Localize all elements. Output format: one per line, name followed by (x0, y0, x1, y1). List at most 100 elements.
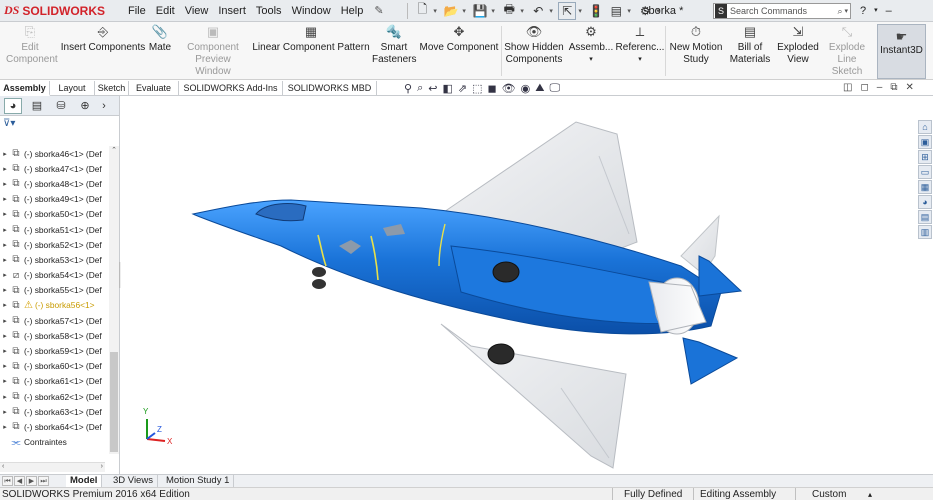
chevron-down-icon[interactable]: ▾ (874, 0, 878, 22)
search-icon[interactable]: ⌕ (837, 6, 842, 17)
section-view-icon[interactable]: ◧ (442, 82, 452, 95)
next-tab-icon[interactable]: ▶ (26, 476, 37, 486)
menu-edit[interactable]: Edit (151, 0, 180, 22)
insert-components-button[interactable]: ⎆ Insert Components (60, 24, 146, 78)
mates-folder[interactable]: ⫘ Contraintes (0, 435, 110, 450)
linear-pattern-button[interactable]: ▦ Linear Component Pattern (252, 24, 370, 78)
expand-arrow-icon[interactable]: ▸ (0, 408, 10, 416)
file-properties-icon[interactable]: ▤ (607, 2, 625, 20)
tree-item[interactable]: ▸ ⧉ (-) sborka50<1> (Def (0, 207, 110, 222)
chevron-down-icon[interactable]: ▾ (589, 54, 593, 66)
chevron-up-icon[interactable]: ⌃ (109, 146, 119, 154)
tab-assembly[interactable]: Assembly (0, 81, 50, 96)
tile-icon[interactable]: ◫ (843, 82, 852, 93)
tree-item[interactable]: ▸ ⧉ (-) sborka48<1> (Def (0, 176, 110, 191)
tree-item[interactable]: ▸ ⧉ (-) sborka46<1> (Def (0, 146, 110, 161)
maximize-icon[interactable]: ⧉ (890, 82, 897, 93)
expand-arrow-icon[interactable]: ▸ (0, 301, 10, 309)
horizontal-scrollbar[interactable]: ‹ › (0, 462, 105, 472)
menu-window[interactable]: Window (287, 0, 336, 22)
restore-icon[interactable]: ◻ (860, 82, 868, 93)
rebuild-icon[interactable]: 🚦 (587, 2, 605, 20)
chevron-left-icon[interactable]: ‹ (2, 463, 4, 470)
open-folder-icon[interactable]: 📂 (442, 2, 460, 20)
solidworks-logo[interactable]: DS SOLIDWORKS (0, 0, 108, 22)
chevron-down-icon[interactable]: ▾ (627, 7, 634, 15)
expand-arrow-icon[interactable]: ▸ (0, 195, 10, 203)
menu-view[interactable]: View (180, 0, 214, 22)
tree-item[interactable]: ▸ ⧉ (-) sborka60<1> (Def (0, 359, 110, 374)
appearances-icon[interactable]: ◕ (918, 195, 932, 209)
tab-layout[interactable]: Layout (50, 81, 95, 96)
undo-icon[interactable]: ↶ (529, 2, 547, 20)
graphics-area[interactable]: Y X Z (121, 96, 918, 474)
view-orientation-icon[interactable]: ⬚ (472, 82, 482, 95)
search-input[interactable]: Search Commands (730, 6, 807, 16)
expand-arrow-icon[interactable]: ▸ (0, 271, 10, 279)
tab-addins[interactable]: SOLIDWORKS Add-Ins (179, 81, 283, 96)
tree-item[interactable]: ▸ ⧉ (-) sborka58<1> (Def (0, 328, 110, 343)
show-hidden-button[interactable]: 👁 Show Hidden Components (503, 24, 565, 78)
chevron-down-icon[interactable]: ▾ (638, 54, 642, 66)
apply-scene-icon[interactable]: ⛰ (535, 82, 544, 95)
file-explorer-icon[interactable]: ▭ (918, 165, 932, 179)
dynamic-annotation-icon[interactable]: ⇗ (458, 82, 467, 95)
new-document-icon[interactable]: 🗋 (413, 2, 431, 20)
close-icon[interactable]: ✕ (905, 82, 913, 93)
chevron-down-icon[interactable]: ▾ (549, 7, 556, 15)
forum-icon[interactable]: ▥ (918, 225, 932, 239)
new-motion-study-button[interactable]: ⏱ New Motion Study (668, 24, 724, 78)
chevron-down-icon[interactable]: ▾ (520, 7, 527, 15)
save-icon[interactable]: 💾 (471, 2, 489, 20)
tree-item[interactable]: ▸ ⧉ (-) sborka49<1> (Def (0, 192, 110, 207)
expand-arrow-icon[interactable]: ▸ (0, 226, 10, 234)
zoom-to-fit-icon[interactable]: ⚲ (404, 82, 412, 95)
chevron-right-icon[interactable]: › (101, 463, 103, 470)
tree-item[interactable]: ▸ ⧉ (-) sborka52<1> (Def (0, 237, 110, 252)
print-icon[interactable]: 🖶 (500, 2, 518, 20)
explode-line-sketch-button[interactable]: ⤡ Explode Line Sketch (822, 24, 872, 78)
tree-scrollbar[interactable]: ⌃ (109, 146, 119, 454)
scrollbar-thumb[interactable] (110, 352, 118, 452)
expand-arrow-icon[interactable]: ▸ (0, 256, 10, 264)
expand-arrow-icon[interactable]: ▸ (0, 210, 10, 218)
expand-arrow-icon[interactable]: ▸ (0, 332, 10, 340)
expand-arrow-icon[interactable]: ▸ (0, 362, 10, 370)
chevron-down-icon[interactable]: ▾ (462, 7, 469, 15)
home-icon[interactable]: ⌂ (918, 120, 932, 134)
mate-button[interactable]: 📎 Mate (146, 24, 174, 78)
expand-arrow-icon[interactable]: ▸ (0, 317, 10, 325)
chevron-down-icon[interactable]: ▾ (491, 7, 498, 15)
edit-appearance-icon[interactable]: ◉ (521, 82, 531, 95)
tree-item[interactable]: ▸ ⧉ (-) sborka57<1> (Def (0, 313, 110, 328)
instant3d-button[interactable]: ☛ Instant3D (877, 24, 926, 79)
edit-component-button[interactable]: ⎘ Edit Component (2, 24, 58, 78)
tab-mbd[interactable]: SOLIDWORKS MBD (283, 81, 377, 96)
expand-arrow-icon[interactable]: ▸ (0, 180, 10, 188)
reference-geometry-button[interactable]: ⟂ Referenc... ▾ (616, 24, 665, 78)
select-arrow-icon[interactable]: ⇱ (558, 1, 577, 20)
tab-3d-views[interactable]: 3D Views (109, 475, 158, 487)
minimize-button[interactable]: – (886, 0, 892, 22)
tree-item[interactable]: ▸ ⧉ (-) sborka63<1> (Def (0, 404, 110, 419)
search-commands-box[interactable]: S Search Commands ⌕ ▾ (713, 3, 851, 19)
expand-arrow-icon[interactable]: ▸ (0, 165, 10, 173)
view-settings-icon[interactable]: 🖵 (549, 82, 560, 95)
tab-evaluate[interactable]: Evaluate (129, 81, 179, 96)
menu-help[interactable]: Help (336, 0, 369, 22)
previous-view-icon[interactable]: ↩ (428, 82, 437, 95)
tree-item[interactable]: ▸ ⧉ (-) sborka59<1> (Def (0, 343, 110, 358)
expand-arrow-icon[interactable]: ▸ (0, 377, 10, 385)
tree-item[interactable]: ▸ ⧉ (-) sborka51<1> (Def (0, 222, 110, 237)
expand-arrow-icon[interactable]: ▸ (0, 393, 10, 401)
chevron-down-icon[interactable]: ▾ (433, 7, 440, 15)
tab-sketch[interactable]: Sketch (95, 81, 129, 96)
hide-show-icon[interactable]: 👁 (502, 82, 516, 95)
property-manager-tab-icon[interactable]: ▤ (28, 98, 46, 114)
first-tab-icon[interactable]: ⏮ (2, 476, 13, 486)
resources-icon[interactable]: ▣ (918, 135, 932, 149)
menu-file[interactable]: File (123, 0, 151, 22)
chevron-right-icon[interactable]: › (100, 98, 108, 114)
tab-motion-study[interactable]: Motion Study 1 (162, 475, 235, 487)
expand-arrow-icon[interactable]: ▸ (0, 150, 10, 158)
